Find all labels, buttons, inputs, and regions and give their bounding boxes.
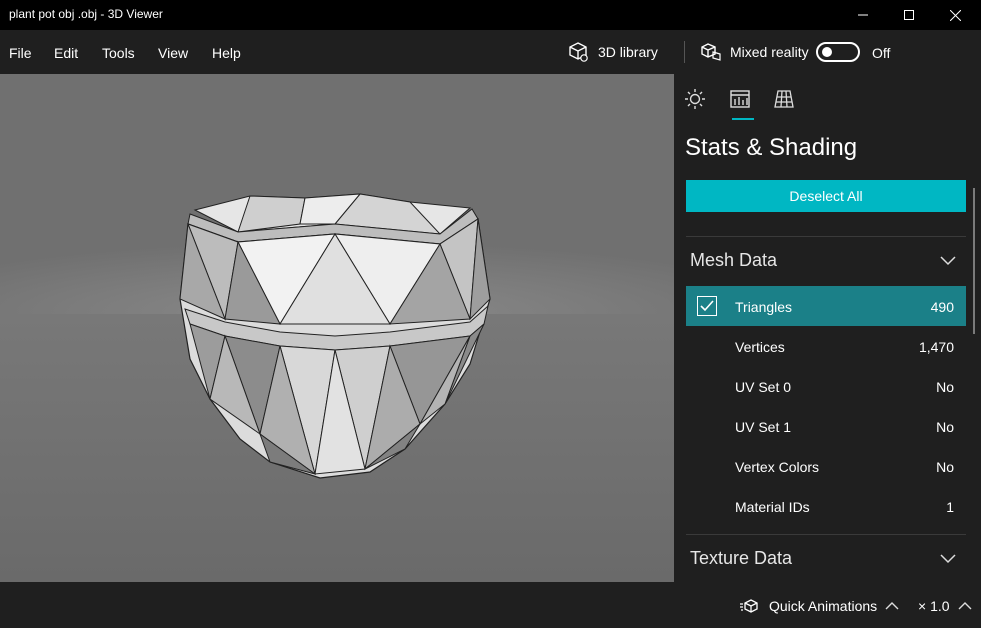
quick-animations-button[interactable]: Quick Animations (740, 598, 899, 614)
tab-grid[interactable] (772, 88, 796, 110)
speed-button[interactable]: × 1.0 (918, 598, 972, 614)
mesh-row-triangles[interactable]: Triangles 490 (686, 286, 966, 326)
toggle-knob (822, 47, 832, 57)
row-value: No (936, 379, 954, 395)
mesh-row-uv-set-1[interactable]: UV Set 1 No (686, 406, 966, 446)
row-value: 1,470 (918, 339, 954, 355)
divider (686, 534, 966, 535)
menu-bar: File Edit Tools View Help 3D library Mix… (0, 30, 981, 74)
chevron-down-icon[interactable] (940, 554, 956, 564)
texture-data-header[interactable]: Texture Data (690, 548, 792, 569)
mixed-reality-icon (701, 43, 721, 61)
mesh-data-header[interactable]: Mesh Data (690, 250, 777, 271)
chevron-up-icon (958, 602, 972, 610)
panel-scrollbar[interactable] (973, 188, 975, 334)
row-value: No (936, 419, 954, 435)
mesh-row-vertices[interactable]: Vertices 1,470 (686, 326, 966, 366)
row-label: Material IDs (735, 499, 810, 515)
mesh-row-material-ids[interactable]: Material IDs 1 (686, 486, 966, 526)
row-value: 490 (930, 299, 954, 315)
mixed-reality-button[interactable]: Mixed reality (700, 41, 809, 63)
3d-library-label: 3D library (598, 44, 658, 60)
mixed-reality-state: Off (872, 45, 891, 61)
3d-library-button[interactable]: 3D library (568, 41, 658, 63)
chevron-up-icon (885, 602, 899, 610)
menu-tools[interactable]: Tools (102, 45, 135, 61)
side-panel: Stats & Shading Deselect All Mesh Data T… (674, 74, 981, 582)
plant-pot-model[interactable] (0, 74, 674, 582)
grid-icon (774, 90, 794, 108)
close-icon (949, 9, 961, 21)
3d-viewport[interactable] (0, 74, 674, 582)
sun-icon (685, 89, 705, 109)
bottom-bar: Quick Animations × 1.0 (0, 582, 981, 628)
row-label: UV Set 0 (735, 379, 792, 395)
chevron-down-icon[interactable] (940, 256, 956, 266)
menu-view[interactable]: View (158, 45, 188, 61)
mesh-row-uv-set-0[interactable]: UV Set 0 No (686, 366, 966, 406)
row-label: UV Set 1 (735, 419, 792, 435)
minimize-icon (858, 14, 868, 16)
animation-cube-icon (740, 599, 758, 613)
close-button[interactable] (932, 0, 978, 30)
checkmark-icon (700, 300, 714, 312)
tab-stats-shading[interactable] (728, 88, 752, 110)
mixed-reality-toggle[interactable] (816, 42, 860, 62)
row-label: Vertex Colors (735, 459, 820, 475)
maximize-icon (904, 10, 914, 20)
title-bar: plant pot obj .obj - 3D Viewer (0, 0, 981, 30)
maximize-button[interactable] (886, 0, 932, 30)
triangles-checkbox[interactable] (697, 296, 717, 316)
quick-animations-label: Quick Animations (769, 598, 878, 614)
active-tab-indicator (732, 118, 754, 120)
stats-chart-icon (730, 90, 750, 108)
cube-library-icon (569, 42, 588, 62)
row-label: Vertices (735, 339, 785, 355)
panel-title: Stats & Shading (685, 134, 858, 161)
window-title: plant pot obj .obj - 3D Viewer (9, 7, 163, 21)
row-value: No (936, 459, 954, 475)
deselect-all-button[interactable]: Deselect All (686, 180, 966, 212)
row-value: 1 (946, 499, 954, 515)
tab-lighting[interactable] (683, 88, 707, 110)
mesh-row-vertex-colors[interactable]: Vertex Colors No (686, 446, 966, 486)
menu-file[interactable]: File (9, 45, 32, 61)
minimize-button[interactable] (840, 0, 886, 30)
row-label: Triangles (735, 299, 793, 315)
menu-edit[interactable]: Edit (54, 45, 78, 61)
speed-label: × 1.0 (918, 598, 950, 614)
divider (686, 236, 966, 237)
mixed-reality-label: Mixed reality (730, 44, 809, 60)
menu-help[interactable]: Help (212, 45, 241, 61)
toolbar-divider (684, 41, 685, 63)
